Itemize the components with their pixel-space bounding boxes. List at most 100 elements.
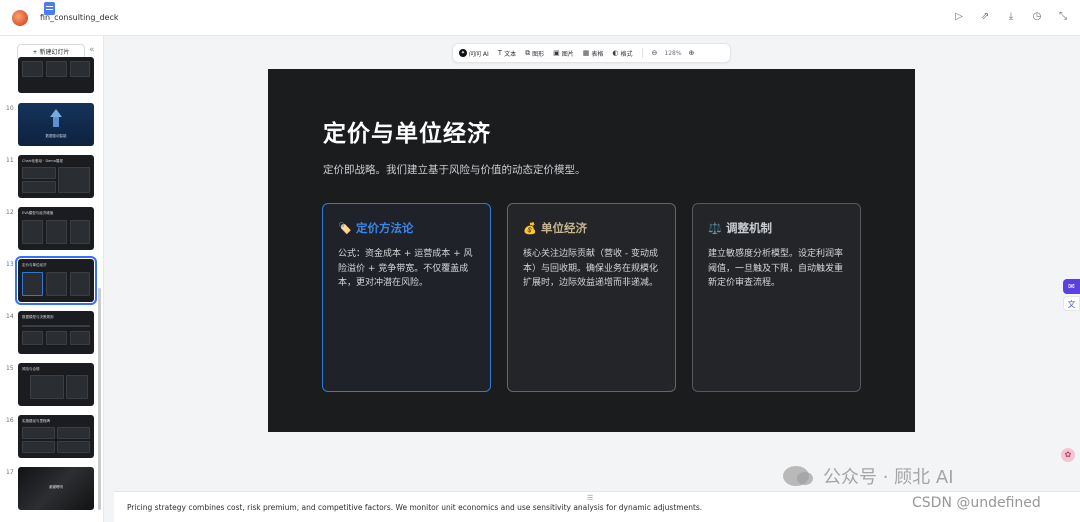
translate-icon[interactable]: 文 bbox=[1063, 296, 1080, 311]
slide-canvas[interactable]: 定价与单位经济 定价即战略。我们建立基于风险与价值的动态定价模型。 🏷️ 定价方… bbox=[268, 69, 915, 432]
slide-thumbnail[interactable]: 定价与单位经济 bbox=[15, 256, 97, 305]
slide-thumbnail[interactable]: 谢谢聆听 bbox=[18, 467, 94, 510]
thumb-card bbox=[22, 441, 55, 453]
image-button[interactable]: ▣ 图片 bbox=[553, 49, 574, 58]
slide-number: 17 bbox=[6, 469, 14, 476]
slide-thumb-item[interactable]: 10 数据驱动智能 bbox=[0, 103, 100, 149]
thumb-card bbox=[70, 272, 90, 296]
card-pricing-methodology[interactable]: 🏷️ 定价方法论 公式：资金成本 + 运营成本 + 风险溢价 + 竞争带宽。不仅… bbox=[322, 203, 491, 392]
slide-thumb-item[interactable]: 12 EVA模型与经济增值 bbox=[0, 207, 100, 253]
slide-number: 12 bbox=[6, 209, 14, 216]
slide-thumbnail[interactable]: 数据驱动智能 bbox=[18, 103, 94, 146]
image-icon: ▣ bbox=[553, 49, 560, 57]
scales-icon: ⚖️ bbox=[708, 221, 722, 235]
play-icon[interactable]: ▷ bbox=[952, 10, 966, 24]
assistant-icon[interactable]: ✉ bbox=[1063, 279, 1080, 294]
thumb-title: 谢谢聆听 bbox=[49, 485, 63, 489]
text-label: 文本 bbox=[504, 50, 517, 58]
money-bag-icon: 💰 bbox=[523, 221, 537, 235]
thumb-card bbox=[46, 331, 67, 345]
slide-thumbnail[interactable]: EVA模型与经济增值 bbox=[18, 207, 94, 250]
card-header: ⚖️ 调整机制 bbox=[708, 220, 772, 236]
thumb-title: 定价与单位经济 bbox=[22, 263, 47, 267]
thumb-card bbox=[46, 61, 67, 77]
table-button[interactable]: ▦ 表格 bbox=[583, 49, 604, 58]
card-header: 💰 单位经济 bbox=[523, 220, 587, 236]
thumb-divider bbox=[22, 325, 90, 327]
editor-toolbar: ✦ 问问 AI T 文本 ⧉ 图形 ▣ 图片 ▦ 表格 ◐ 格式 ⊖ 128% … bbox=[452, 43, 731, 63]
thumb-card bbox=[22, 272, 43, 296]
thumb-card bbox=[30, 375, 64, 399]
text-button[interactable]: T 文本 bbox=[498, 49, 516, 58]
thumb-title: EVA模型与经济增值 bbox=[22, 211, 54, 215]
thumb-title: Chart化驱动 · Demo展现 bbox=[22, 159, 63, 163]
card-unit-economics[interactable]: 💰 单位经济 核心关注边际贡献（营收 - 变动成本）与回收期。确保业务在规模化扩… bbox=[507, 203, 676, 392]
shape-button[interactable]: ⧉ 图形 bbox=[525, 49, 544, 58]
card-body: 建立敏感度分析模型。设定利润率阈值，一旦触及下限，自动触发重新定价审查流程。 bbox=[708, 249, 844, 288]
thumb-card bbox=[57, 427, 90, 439]
ask-ai-label: 问问 AI bbox=[469, 50, 489, 58]
slide-thumb-item-selected[interactable]: 13 定价与单位经济 bbox=[0, 256, 100, 305]
top-bar: fin_consulting_deck ▷ ⇗ ⤓ ◷ ⤡ bbox=[0, 0, 1080, 36]
card-title: 定价方法论 bbox=[356, 221, 414, 235]
slide-thumbnail[interactable]: 风险与合规 bbox=[18, 363, 94, 406]
table-label: 表格 bbox=[591, 50, 604, 58]
zoom-out-icon[interactable]: ⊖ bbox=[652, 49, 658, 57]
text-icon: T bbox=[497, 49, 503, 57]
slide-thumb-item[interactable]: 16 实施路径与里程碑 bbox=[0, 415, 100, 461]
format-icon: ◐ bbox=[612, 49, 619, 57]
ai-icon: ✦ bbox=[459, 49, 467, 57]
wechat-logo-icon bbox=[783, 466, 813, 486]
slide-thumb-item[interactable]: 15 风险与合规 bbox=[0, 363, 100, 409]
toolbar-divider bbox=[641, 48, 643, 58]
thumb-card bbox=[46, 220, 67, 244]
watermark-text: 公众号 · 顾北 AI bbox=[823, 467, 954, 488]
format-label: 格式 bbox=[620, 50, 633, 58]
thumb-card bbox=[22, 181, 56, 193]
slide-number: 11 bbox=[6, 157, 14, 164]
slide-thumb-item[interactable]: 11 Chart化驱动 · Demo展现 bbox=[0, 155, 100, 201]
slide-thumbnail[interactable]: 实施路径与里程碑 bbox=[18, 415, 94, 458]
download-icon[interactable]: ⤓ bbox=[1004, 10, 1018, 24]
document-title[interactable]: fin_consulting_deck bbox=[40, 13, 118, 22]
slide-subtitle[interactable]: 定价即战略。我们建立基于风险与价值的动态定价模型。 bbox=[323, 162, 586, 177]
sidebar-scrollbar[interactable] bbox=[98, 288, 101, 510]
image-label: 图片 bbox=[561, 50, 574, 58]
resize-handle-icon[interactable]: ☰ bbox=[587, 494, 593, 502]
share-icon[interactable]: ⇗ bbox=[978, 10, 992, 24]
slide-thumb-item[interactable]: 17 谢谢聆听 bbox=[0, 467, 100, 513]
card-header: 🏷️ 定价方法论 bbox=[338, 220, 414, 236]
zoom-in-icon[interactable]: ⊕ bbox=[689, 49, 695, 57]
collapse-icon[interactable]: ⤡ bbox=[1056, 10, 1070, 24]
card-body: 核心关注边际贡献（营收 - 变动成本）与回收期。确保业务在规模化扩展时，边际效益… bbox=[523, 249, 659, 288]
slide-title[interactable]: 定价与单位经济 bbox=[323, 114, 491, 148]
zoom-control: ⊖ 128% ⊕ bbox=[652, 49, 695, 57]
collapse-sidebar-icon[interactable]: « bbox=[89, 45, 95, 55]
card-title: 调整机制 bbox=[726, 221, 772, 235]
thumb-card bbox=[66, 375, 88, 399]
zoom-level[interactable]: 128% bbox=[664, 50, 681, 57]
slide-thumbnail[interactable] bbox=[18, 57, 94, 93]
thumb-card bbox=[22, 167, 56, 179]
thumb-title: 数据驱动智能 bbox=[45, 134, 67, 138]
slide-thumbnail[interactable]: 数据模型与决策规则 bbox=[18, 311, 94, 354]
slide-number: 14 bbox=[6, 313, 14, 320]
history-icon[interactable]: ◷ bbox=[1030, 10, 1044, 24]
thumb-card bbox=[70, 220, 90, 244]
ask-ai-button[interactable]: ✦ 问问 AI bbox=[459, 49, 489, 58]
app-logo-icon[interactable] bbox=[12, 10, 28, 26]
card-body: 公式：资金成本 + 运营成本 + 风险溢价 + 竞争带宽。不仅覆盖成本，更对冲潜… bbox=[338, 249, 473, 288]
thumb-title: 数据模型与决策规则 bbox=[22, 315, 54, 319]
card-adjustment-mechanism[interactable]: ⚖️ 调整机制 建立敏感度分析模型。设定利润率阈值，一旦触及下限，自动触发重新定… bbox=[692, 203, 861, 392]
thumb-card bbox=[22, 427, 55, 439]
slide-thumb-item[interactable]: 14 数据模型与决策规则 bbox=[0, 311, 100, 357]
table-icon: ▦ bbox=[582, 49, 590, 57]
thumb-title: 风险与合规 bbox=[22, 367, 40, 371]
thumb-card bbox=[57, 441, 90, 453]
plugin-icon[interactable]: ✿ bbox=[1061, 448, 1075, 462]
slide-thumbnail[interactable]: Chart化驱动 · Demo展现 bbox=[18, 155, 94, 198]
slide-thumb-item[interactable] bbox=[0, 57, 100, 103]
notes-text[interactable]: Pricing strategy combines cost, risk pre… bbox=[127, 503, 702, 512]
thumb-card bbox=[22, 331, 43, 345]
format-button[interactable]: ◐ 格式 bbox=[612, 49, 632, 58]
